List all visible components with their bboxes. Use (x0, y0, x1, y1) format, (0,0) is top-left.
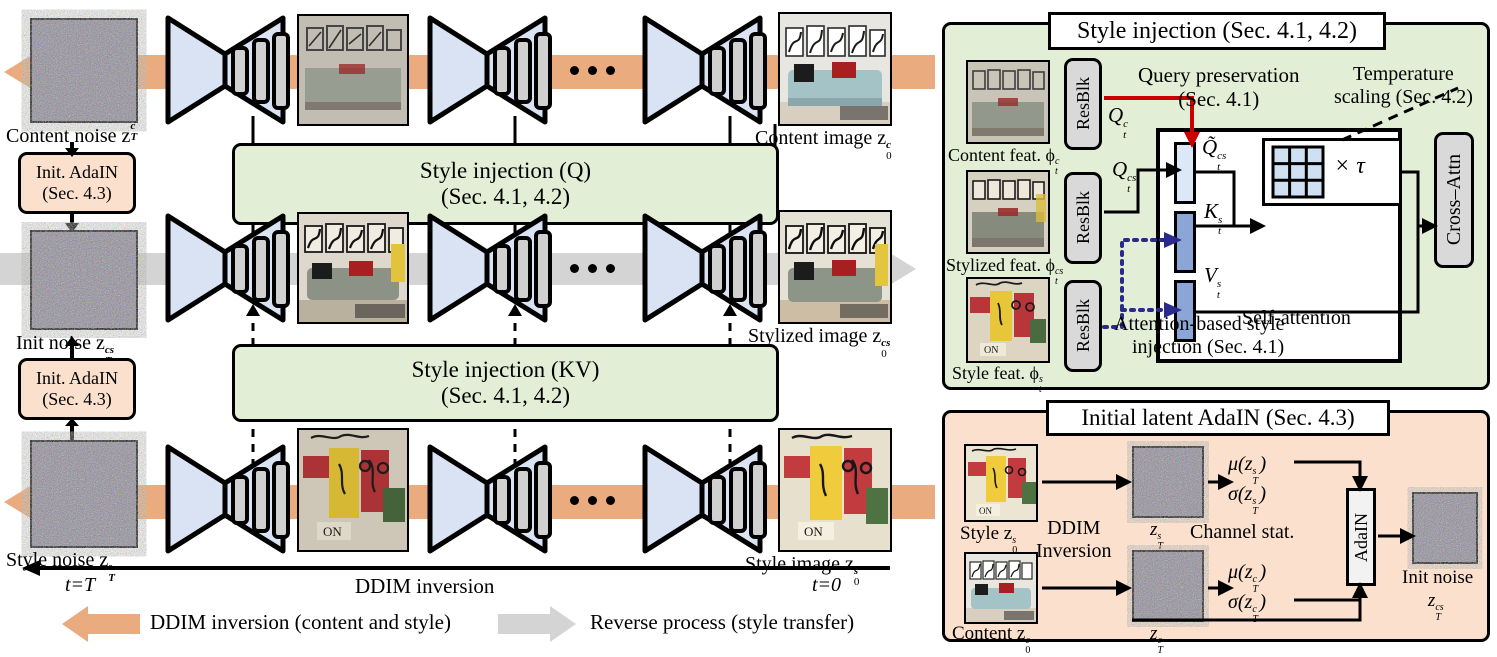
timeline-t-start: t=T (65, 574, 96, 596)
temperature-line1: Temperature (1353, 63, 1454, 85)
unet-style-1 (165, 444, 290, 554)
q-tilde-sub: t (1217, 161, 1221, 173)
attention-injection-line2: injection (Sec. 4.1) (1132, 336, 1285, 358)
init-adain-content-line2: (Sec. 4.3) (42, 183, 112, 203)
q-content-sub: t (1123, 129, 1127, 141)
adain-panel-title: Initial latent AdaIN (Sec. 4.3) (1046, 400, 1390, 436)
style-injection-q-line2: (Sec. 4.1, 4.2) (440, 184, 571, 209)
stylized-image-sub: 0 (881, 348, 887, 360)
style-injection-kv-box: Style injection (KV) (Sec. 4.1, 4.2) (232, 344, 779, 422)
k-sub: t (1218, 225, 1222, 237)
style-injection-q-line1: Style injection (Q) (419, 158, 592, 183)
style-image-thumb: ON (778, 428, 892, 552)
query-preservation-line1: Query preservation (1138, 63, 1300, 87)
attention-injection-annotation: Attention-based style injection (Sec. 4.… (1114, 314, 1285, 358)
connectors-q-in (251, 116, 777, 146)
v-symbol-base: V (1204, 263, 1217, 287)
legend-reverse-arrow-icon (498, 606, 576, 642)
q-tilde-base: Q̃ (1202, 135, 1218, 159)
init-adain-stylized-line1: Init. AdaIN (36, 368, 118, 388)
query-preservation-annotation: Query preservation (Sec. 4.1) (1138, 64, 1300, 110)
q-content-symbol: Q c t (1108, 103, 1132, 141)
v-symbol: V s t (1204, 263, 1226, 301)
attention-injection-line1: Attention-based style (1114, 313, 1285, 335)
v-sub: t (1216, 289, 1220, 301)
k-symbol: K s t (1204, 199, 1227, 237)
pipeline-panel: Content noise z c T Content image z c 0 … (0, 0, 935, 650)
style-injection-kv-line2: (Sec. 4.1, 4.2) (440, 383, 571, 408)
adain-content-input-sub: 0 (1025, 645, 1031, 656)
timeline-t-end: t=0 (812, 574, 842, 596)
legend-inversion-label: DDIM inversion (content and style) (150, 610, 451, 634)
figure-root: Content noise z c T Content image z c 0 … (0, 0, 1497, 656)
temperature-line2: scaling (Sec. 4.2) (1334, 86, 1473, 108)
q-tilde-symbol: Q̃ cs t (1202, 135, 1235, 173)
ellipsis-stylized-row (570, 264, 615, 273)
temperature-scaling-annotation: Temperature scaling (Sec. 4.2) (1334, 64, 1473, 108)
init-adain-box-content: Init. AdaIN (Sec. 4.3) (18, 152, 136, 214)
adain-panel: Initial latent AdaIN (Sec. 4.3) ON Style… (942, 400, 1490, 656)
style-injection-panel-title: Style injection (Sec. 4.1, 4.2) (1048, 12, 1386, 50)
init-adain-box-stylized: Init. AdaIN (Sec. 4.3) (18, 358, 136, 420)
init-adain-stylized-line2: (Sec. 4.3) (42, 389, 112, 409)
connectors-kv-up (246, 304, 737, 346)
timeline-axis-label: DDIM inversion (355, 574, 495, 598)
style-injection-panel: Style injection (Sec. 4.1, 4.2) Content … (942, 12, 1490, 395)
adain-latent-content-sub: T (1157, 645, 1163, 656)
ellipsis-style-row (570, 496, 615, 505)
ellipsis-content-row (570, 66, 615, 75)
legend-reverse-label: Reverse process (style transfer) (590, 610, 855, 634)
style-intermediate-thumb: ON (297, 428, 409, 552)
style-noise-thumb (30, 440, 138, 548)
init-adain-content-line1: Init. AdaIN (36, 162, 118, 182)
style-injection-kv-line1: Style injection (KV) (411, 357, 600, 382)
svg-text:ON: ON (804, 524, 823, 539)
k-symbol-base: K (1204, 199, 1219, 223)
adain-wires (1042, 460, 1416, 622)
content-image-sub: 0 (886, 150, 892, 162)
q-cs-symbol-base: Q (1112, 157, 1128, 181)
legend-inversion-arrow-icon (62, 606, 140, 642)
q-content-symbol-base: Q (1108, 103, 1124, 127)
q-cs-sub: t (1127, 183, 1131, 195)
q-cs-symbol: Q cs t (1112, 157, 1143, 195)
unet-style-2 (427, 444, 552, 554)
query-preservation-line2: (Sec. 4.1) (1178, 87, 1260, 112)
unet-style-3 (642, 444, 767, 554)
